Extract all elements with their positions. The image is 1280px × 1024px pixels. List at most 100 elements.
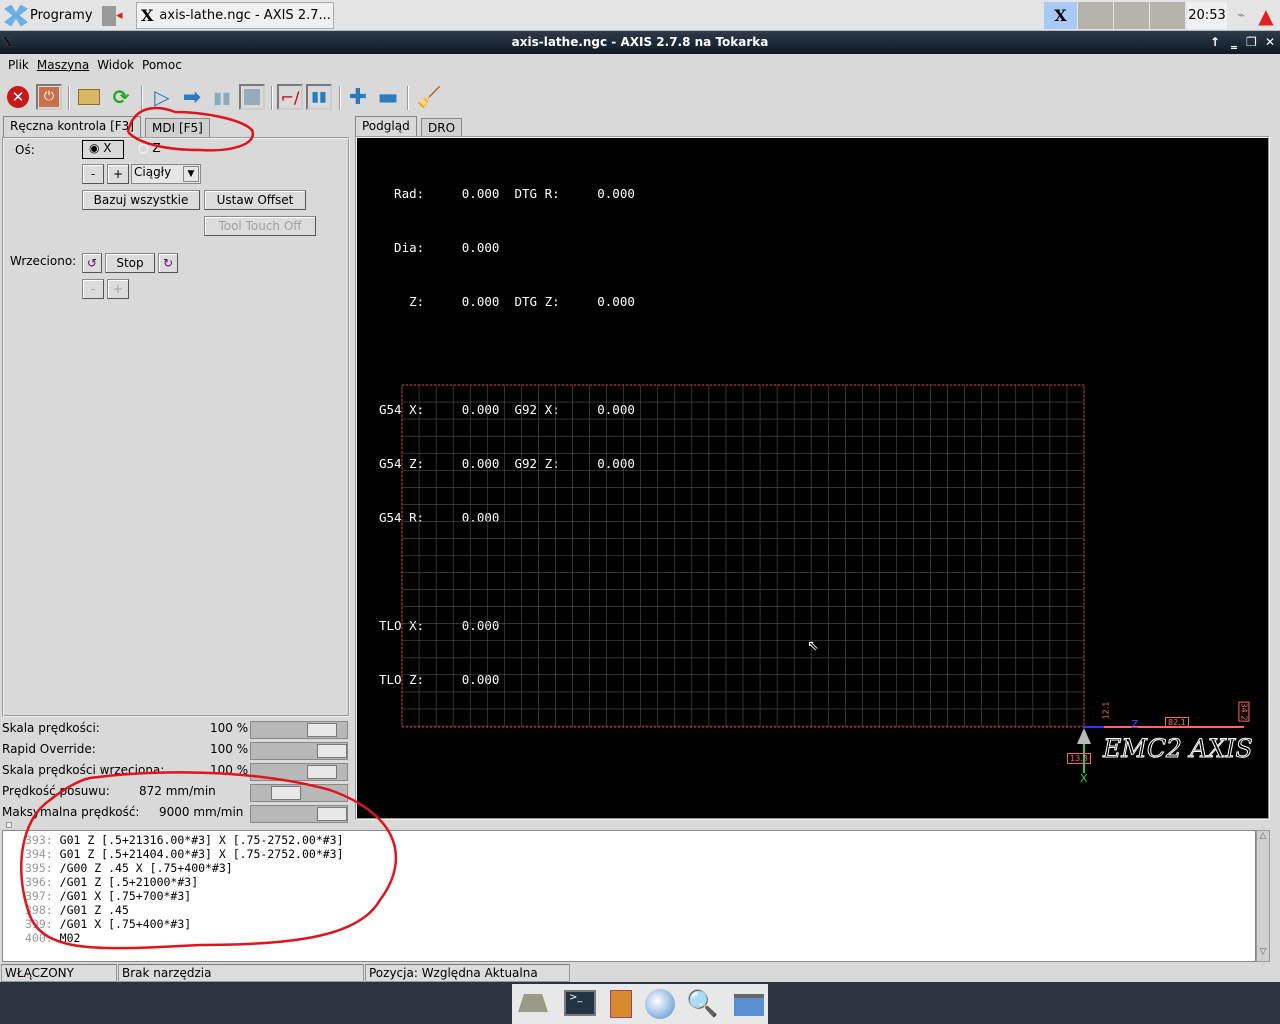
line-number: 400: [25,931,53,945]
rapid-override-slider[interactable] [250,742,348,760]
status-bar: WŁĄCZONY Brak narzędzia Pozycja: Względn… [0,963,1280,983]
network-icon[interactable]: ⌁ [1230,2,1252,29]
search-icon[interactable]: 🔍 [686,989,718,1019]
web-browser-icon[interactable] [645,989,675,1019]
feed-override-slider[interactable] [250,721,348,739]
machine-power-button[interactable]: ⏻ [36,84,62,110]
run-button[interactable]: ▷ [149,84,175,110]
tab-preview[interactable]: Podgląd [355,116,417,138]
open-file-button[interactable] [76,84,102,110]
pause-button[interactable]: ▮▮ [209,84,235,110]
close-button[interactable]: ✕ [1265,31,1275,54]
menu-view[interactable]: Widok [93,55,138,77]
terminal-icon[interactable]: >_ [564,990,596,1016]
menu-machine[interactable]: Maszyna [33,55,93,77]
gcode-scrollbar[interactable]: △ ▽ [1256,830,1270,962]
gcode-line[interactable]: 399: /G01 X [.75+400*#3] [25,917,1255,931]
maximize-button[interactable]: ❐ [1246,31,1257,54]
slider-thumb[interactable] [317,807,347,821]
warning-icon[interactable]: ▲ [1254,2,1278,29]
block-delete-toggle[interactable]: ⌐/ [277,84,303,110]
tab-dro[interactable]: DRO [421,118,463,138]
manual-control-panel: Oś: ◉ X ○ Z - + Ciągły ▼ Bazuj wszystkie … [2,137,350,717]
spindle-ccw-icon: ↺ [86,256,98,270]
tab-mdi[interactable]: MDI [F5] [145,118,210,138]
max-velocity-value: 9000 mm/min [159,805,244,819]
taskbar-window-axis[interactable]: X axis-lathe.ngc - AXIS 2.7... [136,2,334,29]
estop-icon: ✕ [7,86,29,108]
line-number: 394: [25,847,53,861]
start-menu-button[interactable]: Programy [4,2,93,29]
workspace-2[interactable] [1078,2,1113,29]
broom-icon: 🧹 [416,85,442,109]
preview-canvas[interactable]: Rad: 0.000 DTG R: 0.000 Dia: 0.000 Z: 0.… [357,138,1268,818]
jog-plus-button[interactable]: + [107,164,129,184]
menu-help[interactable]: Pomoc [138,55,186,77]
gcode-line[interactable]: 397: /G01 X [.75+700*#3] [25,889,1255,903]
zoom-in-button[interactable]: ✚ [345,84,371,110]
window-menu-icon[interactable]: X [3,31,12,54]
tool-touch-off-button[interactable]: Tool Touch Off [204,216,316,236]
line-number: 399: [25,917,53,931]
slider-thumb[interactable] [307,723,337,737]
clear-plot-button[interactable]: 🧹 [416,84,442,110]
spindle-forward-button[interactable]: ↻ [158,253,178,273]
window-title: axis-lathe.ngc - AXIS 2.7.8 na Tokarka [511,35,769,49]
axis-z-radio[interactable]: ○ Z [138,141,161,155]
file-cabinet-icon[interactable] [610,990,632,1018]
scroll-up-icon[interactable]: △ [1257,831,1269,845]
slider-thumb[interactable] [271,786,301,800]
clock[interactable]: 20:53 [1187,2,1227,29]
spindle-slower-button[interactable]: - [82,279,104,299]
overrides-panel: Skala prędkości: 100 % Rapid Override: 1… [0,720,352,825]
spindle-override-slider[interactable] [250,763,348,781]
x-app-icon: X [141,6,154,25]
gcode-line[interactable]: 393: G01 Z [.5+21316.00*#3] X [.75-2752.… [25,833,1255,847]
position-status: Pozycja: Względna Aktualna [365,964,570,982]
shade-button[interactable]: ↑ [1210,31,1220,54]
spindle-faster-button[interactable]: + [107,279,129,299]
gcode-line[interactable]: 400: M02 [25,931,1255,945]
toolbar-separator [339,86,341,110]
tool-cone-icon [1077,728,1091,744]
set-offset-button[interactable]: Ustaw Offset [204,190,306,210]
max-velocity-slider[interactable] [250,805,348,823]
logout-icon[interactable]: ◂ [102,2,126,29]
gcode-line[interactable]: 394: G01 Z [.5+21404.00*#3] X [.75-2752.… [25,847,1255,861]
spindle-stop-button[interactable]: Stop [105,253,155,273]
jog-increment-select[interactable]: Ciągły ▼ [131,164,201,184]
step-button[interactable]: ➡ [179,84,205,110]
home-all-button[interactable]: Bazuj wszystkie [82,190,200,210]
minimize-button[interactable]: ‗ [1231,31,1237,54]
dimension-small: 12.1 [1101,701,1111,720]
axis-x-label: X [103,141,112,155]
axis-label: Oś: [15,143,35,157]
axis-x-radio[interactable]: ◉ X [82,140,124,159]
gcode-line[interactable]: 396: /G01 Z [.5+21000*#3] [25,875,1255,889]
z-axis-label: Z [1131,718,1139,731]
reload-button[interactable]: ⟳ [108,84,134,110]
jog-speed-slider[interactable] [250,784,348,802]
spindle-override-value: 100 % [210,763,249,777]
slider-thumb[interactable] [307,765,337,779]
gcode-line[interactable]: 398: /G01 Z .45 [25,903,1255,917]
folder-icon[interactable] [734,994,764,1016]
pane-resize-handle[interactable] [6,822,12,828]
jog-minus-button[interactable]: - [82,164,104,184]
desktop-icon[interactable] [518,994,548,1012]
spindle-reverse-button[interactable]: ↺ [82,253,102,273]
stop-button[interactable] [239,84,265,110]
jog-speed-label: Prędkość posuwu: [2,784,110,798]
estop-button[interactable]: ✕ [5,84,31,110]
gcode-line[interactable]: 395: /G00 Z .45 X [.75+400*#3] [25,861,1255,875]
optional-stop-toggle[interactable]: ▮▮ [306,84,332,110]
workspace-1[interactable]: X [1044,2,1077,29]
zoom-out-button[interactable]: ▬ [375,84,401,110]
gcode-listing[interactable]: 393: G01 Z [.5+21316.00*#3] X [.75-2752.… [2,830,1256,962]
slider-thumb[interactable] [317,744,347,758]
workspace-3[interactable] [1114,2,1149,29]
workspace-4[interactable] [1150,2,1185,29]
tab-manual[interactable]: Ręczna kontrola [F3] [3,116,141,138]
menu-file[interactable]: Plik [4,55,33,77]
scroll-down-icon[interactable]: ▽ [1257,947,1269,961]
